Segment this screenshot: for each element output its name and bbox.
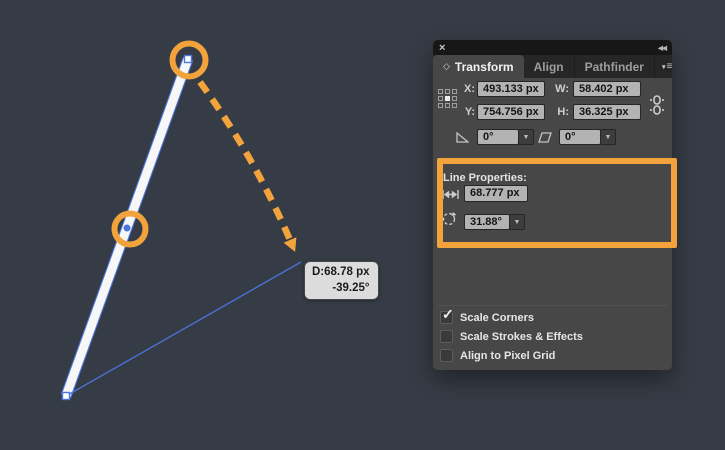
line-properties-title: Line Properties: — [443, 172, 527, 184]
measurement-line — [66, 262, 301, 396]
tab-pathfinder-label: Pathfinder — [585, 60, 644, 74]
line-length-icon — [442, 189, 459, 200]
tab-align-label: Align — [534, 60, 564, 74]
w-label: W: — [553, 81, 569, 97]
constrain-proportions-icon[interactable] — [649, 91, 665, 119]
reference-point-icon[interactable] — [438, 89, 457, 108]
y-input[interactable]: 754.756 px — [477, 104, 545, 120]
tab-transform[interactable]: ◇ Transform — [433, 55, 524, 78]
tooltip-distance: D:68.78 px — [312, 265, 370, 281]
scale-corners-checkbox[interactable]: ✓ — [440, 311, 453, 324]
chevron-down-icon: ▼ — [514, 219, 521, 226]
drag-arrow-head — [284, 237, 297, 252]
scale-strokes-checkbox[interactable] — [440, 330, 453, 343]
h-label: H: — [553, 104, 569, 120]
panel-tabbar: ◇ Transform Align Pathfinder ▾ ≡ — [433, 55, 672, 78]
tab-transform-label: Transform — [455, 60, 514, 74]
panel-menu-icon[interactable]: ▾ ≡ — [655, 55, 679, 78]
y-label: Y: — [459, 104, 475, 120]
scale-corners-row[interactable]: ✓ Scale Corners — [440, 311, 534, 324]
tab-align[interactable]: Align — [524, 55, 575, 78]
measurement-tooltip: D:68.78 px -39.25° — [304, 261, 379, 300]
shear-dropdown-button[interactable]: ▼ — [601, 129, 616, 145]
close-icon[interactable]: × — [439, 43, 445, 53]
height-input[interactable]: 36.325 px — [573, 104, 641, 120]
checkmark-icon: ✓ — [442, 306, 454, 323]
line-angle-input[interactable]: 31.88° — [464, 214, 510, 230]
anchor-point-bottom[interactable] — [63, 393, 70, 400]
anchor-point-top[interactable] — [185, 56, 192, 63]
chevron-down-icon: ▼ — [523, 134, 530, 141]
rotate-input[interactable]: 0° — [477, 129, 519, 145]
align-pixel-grid-label: Align to Pixel Grid — [460, 350, 555, 362]
drag-arrow — [200, 82, 290, 240]
rotate-dropdown-button[interactable]: ▼ — [519, 129, 534, 145]
scale-corners-label: Scale Corners — [460, 312, 534, 324]
x-input[interactable]: 493.133 px — [477, 81, 545, 97]
line-angle-icon — [441, 211, 457, 227]
line-outline-edge — [71, 61, 193, 398]
chevron-down-icon: ▼ — [605, 134, 612, 141]
width-input[interactable]: 58.402 px — [573, 81, 641, 97]
rotate-angle-icon — [456, 132, 469, 143]
transform-panel: × ◀◀ ◇ Transform Align Pathfinder ▾ ≡ X:… — [433, 40, 672, 370]
align-pixel-grid-row[interactable]: Align to Pixel Grid — [440, 349, 555, 362]
panel-toggle-icon: ◇ — [443, 61, 450, 72]
tab-pathfinder[interactable]: Pathfinder — [575, 55, 655, 78]
section-divider — [437, 305, 668, 306]
align-pixel-grid-checkbox[interactable] — [440, 349, 453, 362]
scale-strokes-label: Scale Strokes & Effects — [460, 331, 583, 343]
line-length-input[interactable]: 68.777 px — [464, 185, 528, 202]
shear-input[interactable]: 0° — [559, 129, 601, 145]
panel-body: X: 493.133 px W: 58.402 px Y: 754.756 px… — [433, 78, 672, 370]
line-outline-edge — [61, 57, 183, 394]
x-label: X: — [459, 81, 475, 97]
line-angle-dropdown-button[interactable]: ▼ — [510, 214, 525, 230]
scale-strokes-row[interactable]: Scale Strokes & Effects — [440, 330, 583, 343]
midpoint-dot[interactable] — [124, 225, 131, 232]
tooltip-angle: -39.25° — [312, 281, 370, 297]
panel-header: × ◀◀ — [433, 40, 672, 55]
shear-angle-icon — [538, 132, 552, 143]
collapse-panel-icon[interactable]: ◀◀ — [658, 44, 666, 52]
